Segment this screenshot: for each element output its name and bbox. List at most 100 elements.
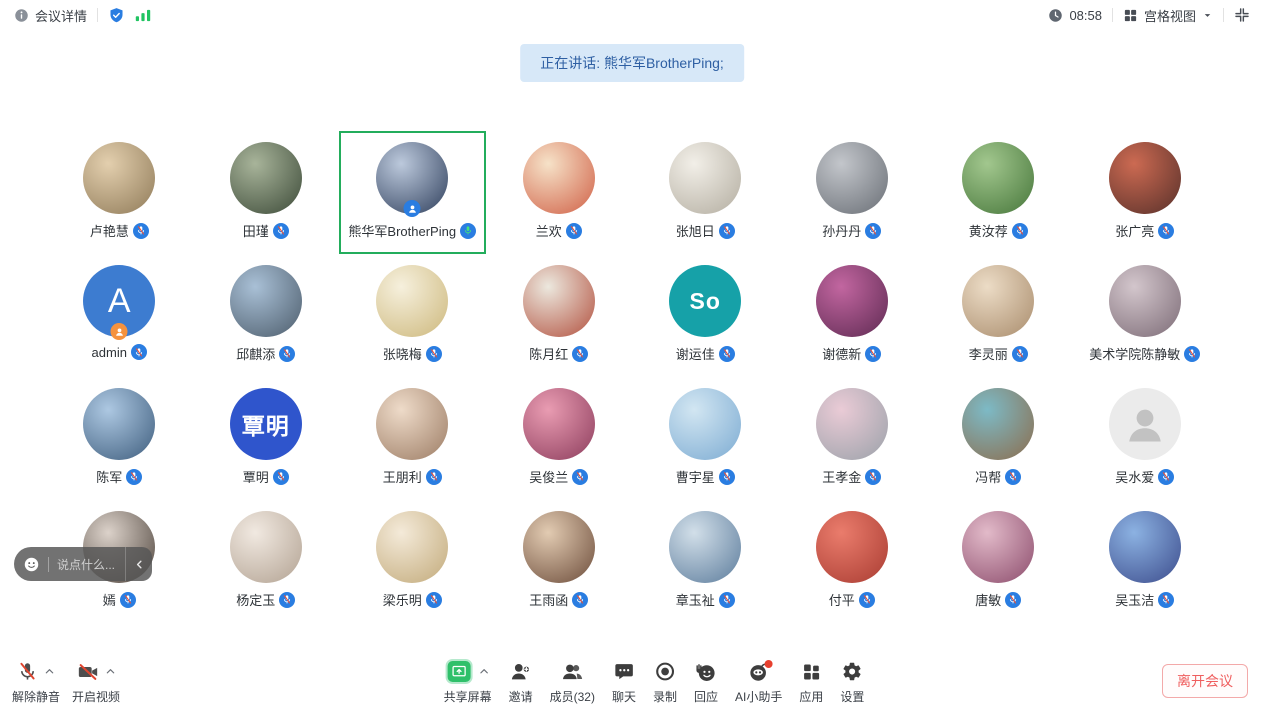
caret-down-icon	[1202, 10, 1213, 21]
participant-tile[interactable]: So 谢运佳	[632, 254, 779, 377]
toolbar-button-label: 聊天	[612, 688, 636, 705]
mic-muted-icon	[426, 346, 442, 362]
participant-name: 吴俊兰	[529, 467, 568, 486]
avatar	[816, 388, 888, 460]
participant-name: 兰欢	[536, 221, 562, 240]
toolbar-button-label: AI小助手	[735, 688, 782, 705]
participant-tile[interactable]: 美术学院陈静敏	[1072, 254, 1219, 377]
participant-tile[interactable]: 梁乐明	[339, 500, 486, 623]
invite-icon	[510, 661, 532, 683]
quick-chat-collapse-button[interactable]	[125, 547, 152, 581]
quick-chat-input[interactable]: 说点什么...	[14, 547, 125, 581]
react-icon	[695, 661, 717, 683]
participant-name-row: 梁乐明	[383, 590, 442, 609]
participant-tile[interactable]: 杨定玉	[193, 500, 340, 623]
toolbar-button-ai-assistant[interactable]: AI小助手	[735, 658, 782, 705]
toolbar-button-record[interactable]: 录制	[653, 658, 677, 705]
toolbar-button-camera-off[interactable]: 开启视频	[72, 658, 120, 705]
participant-tile[interactable]: 陈月红	[486, 254, 633, 377]
participant-tile[interactable]: 吴水爱	[1072, 377, 1219, 500]
mic-muted-icon	[273, 223, 289, 239]
participant-tile[interactable]: 张旭日	[632, 131, 779, 254]
participant-tile[interactable]: A admin	[46, 254, 193, 377]
participant-tile[interactable]: 陈军	[46, 377, 193, 500]
participant-name: 吴水爱	[1115, 467, 1154, 486]
participant-tile[interactable]: 覃明 覃明	[193, 377, 340, 500]
participant-tile[interactable]: 邱麒添	[193, 254, 340, 377]
participant-tile[interactable]: 田瑾	[193, 131, 340, 254]
participant-tile[interactable]: 冯帮	[925, 377, 1072, 500]
toolbar-button-mic-off[interactable]: 解除静音	[12, 658, 60, 705]
participant-tile[interactable]: 曹宇星	[632, 377, 779, 500]
caret-up-icon[interactable]	[44, 666, 55, 677]
apps-icon	[801, 662, 821, 682]
participant-tile[interactable]: 王雨函	[486, 500, 633, 623]
participant-name: 吴玉洁	[1115, 590, 1154, 609]
share-screen-icon	[446, 659, 473, 684]
participant-name: 付平	[829, 590, 855, 609]
participant-tile[interactable]: 王朋利	[339, 377, 486, 500]
toolbar-button-settings[interactable]: 设置	[840, 658, 864, 705]
participant-tile[interactable]: 谢德新	[779, 254, 926, 377]
participant-tile[interactable]: 李灵丽	[925, 254, 1072, 377]
participant-tile[interactable]: 黄汝荐	[925, 131, 1072, 254]
participant-tile[interactable]: 章玉祉	[632, 500, 779, 623]
mic-muted-icon	[1158, 223, 1174, 239]
network-signal-icon[interactable]	[135, 9, 151, 22]
avatar	[230, 511, 302, 583]
avatar	[523, 511, 595, 583]
participant-tile[interactable]: 吴玉洁	[1072, 500, 1219, 623]
avatar	[83, 388, 155, 460]
mic-speaking-icon	[460, 223, 476, 239]
toolbar-button-apps[interactable]: 应用	[799, 658, 823, 705]
mic-muted-icon	[719, 592, 735, 608]
participant-tile[interactable]: 卢艳慧	[46, 131, 193, 254]
caret-up-icon[interactable]	[105, 666, 116, 677]
divider	[1223, 8, 1224, 22]
participant-name: 嫣	[103, 590, 116, 609]
participant-tile[interactable]: 孙丹丹	[779, 131, 926, 254]
exit-fullscreen-icon[interactable]	[1234, 7, 1250, 23]
avatar: So	[669, 265, 741, 337]
participant-tile[interactable]: 张晓梅	[339, 254, 486, 377]
participant-name-row: 王朋利	[383, 467, 442, 486]
toolbar-button-react[interactable]: 回应	[694, 658, 718, 705]
mic-muted-icon	[1158, 592, 1174, 608]
toolbar-button-members[interactable]: 成员(32)	[550, 658, 595, 705]
view-mode-selector[interactable]: 宫格视图	[1123, 6, 1213, 25]
security-shield-icon[interactable]	[108, 7, 125, 24]
participant-tile[interactable]: 唐敏	[925, 500, 1072, 623]
avatar	[376, 142, 448, 214]
mic-muted-icon	[273, 469, 289, 485]
quick-chat-bar: 说点什么...	[14, 547, 152, 581]
caret-up-icon[interactable]	[479, 666, 490, 677]
divider	[97, 8, 98, 22]
participant-name: 美术学院陈静敏	[1089, 344, 1180, 363]
participant-name: 谢运佳	[676, 344, 715, 363]
participant-name-row: 吴俊兰	[529, 467, 588, 486]
participant-tile[interactable]: 兰欢	[486, 131, 633, 254]
chevron-left-icon	[133, 558, 146, 571]
participant-tile[interactable]: 王孝金	[779, 377, 926, 500]
participant-name: 冯帮	[975, 467, 1001, 486]
avatar	[230, 265, 302, 337]
meeting-details-button[interactable]: 会议详情	[14, 6, 87, 25]
participant-tile[interactable]: 吴俊兰	[486, 377, 633, 500]
participant-tile[interactable]: 付平	[779, 500, 926, 623]
top-bar: 会议详情 08:58 宫格视图	[0, 0, 1264, 30]
smiley-icon[interactable]	[23, 556, 40, 573]
toolbar-button-invite[interactable]: 邀请	[509, 658, 533, 705]
toolbar-button-chat[interactable]: 聊天	[612, 658, 636, 705]
participant-name: 李灵丽	[969, 344, 1008, 363]
participant-tile-active-speaker[interactable]: 熊华军BrotherPing	[339, 131, 486, 254]
mic-muted-icon	[719, 469, 735, 485]
avatar	[376, 511, 448, 583]
mic-muted-icon	[1158, 469, 1174, 485]
toolbar-left-group: 解除静音 开启视频	[12, 658, 120, 705]
meeting-details-label: 会议详情	[35, 6, 87, 25]
leave-meeting-button[interactable]: 离开会议	[1162, 664, 1248, 698]
meeting-time: 08:58	[1069, 8, 1102, 23]
participant-tile[interactable]: 张广亮	[1072, 131, 1219, 254]
participants-grid: 卢艳慧 田瑾 熊华军BrotherPing 兰欢 张旭日	[46, 131, 1218, 623]
toolbar-button-share-screen[interactable]: 共享屏幕	[444, 658, 492, 705]
